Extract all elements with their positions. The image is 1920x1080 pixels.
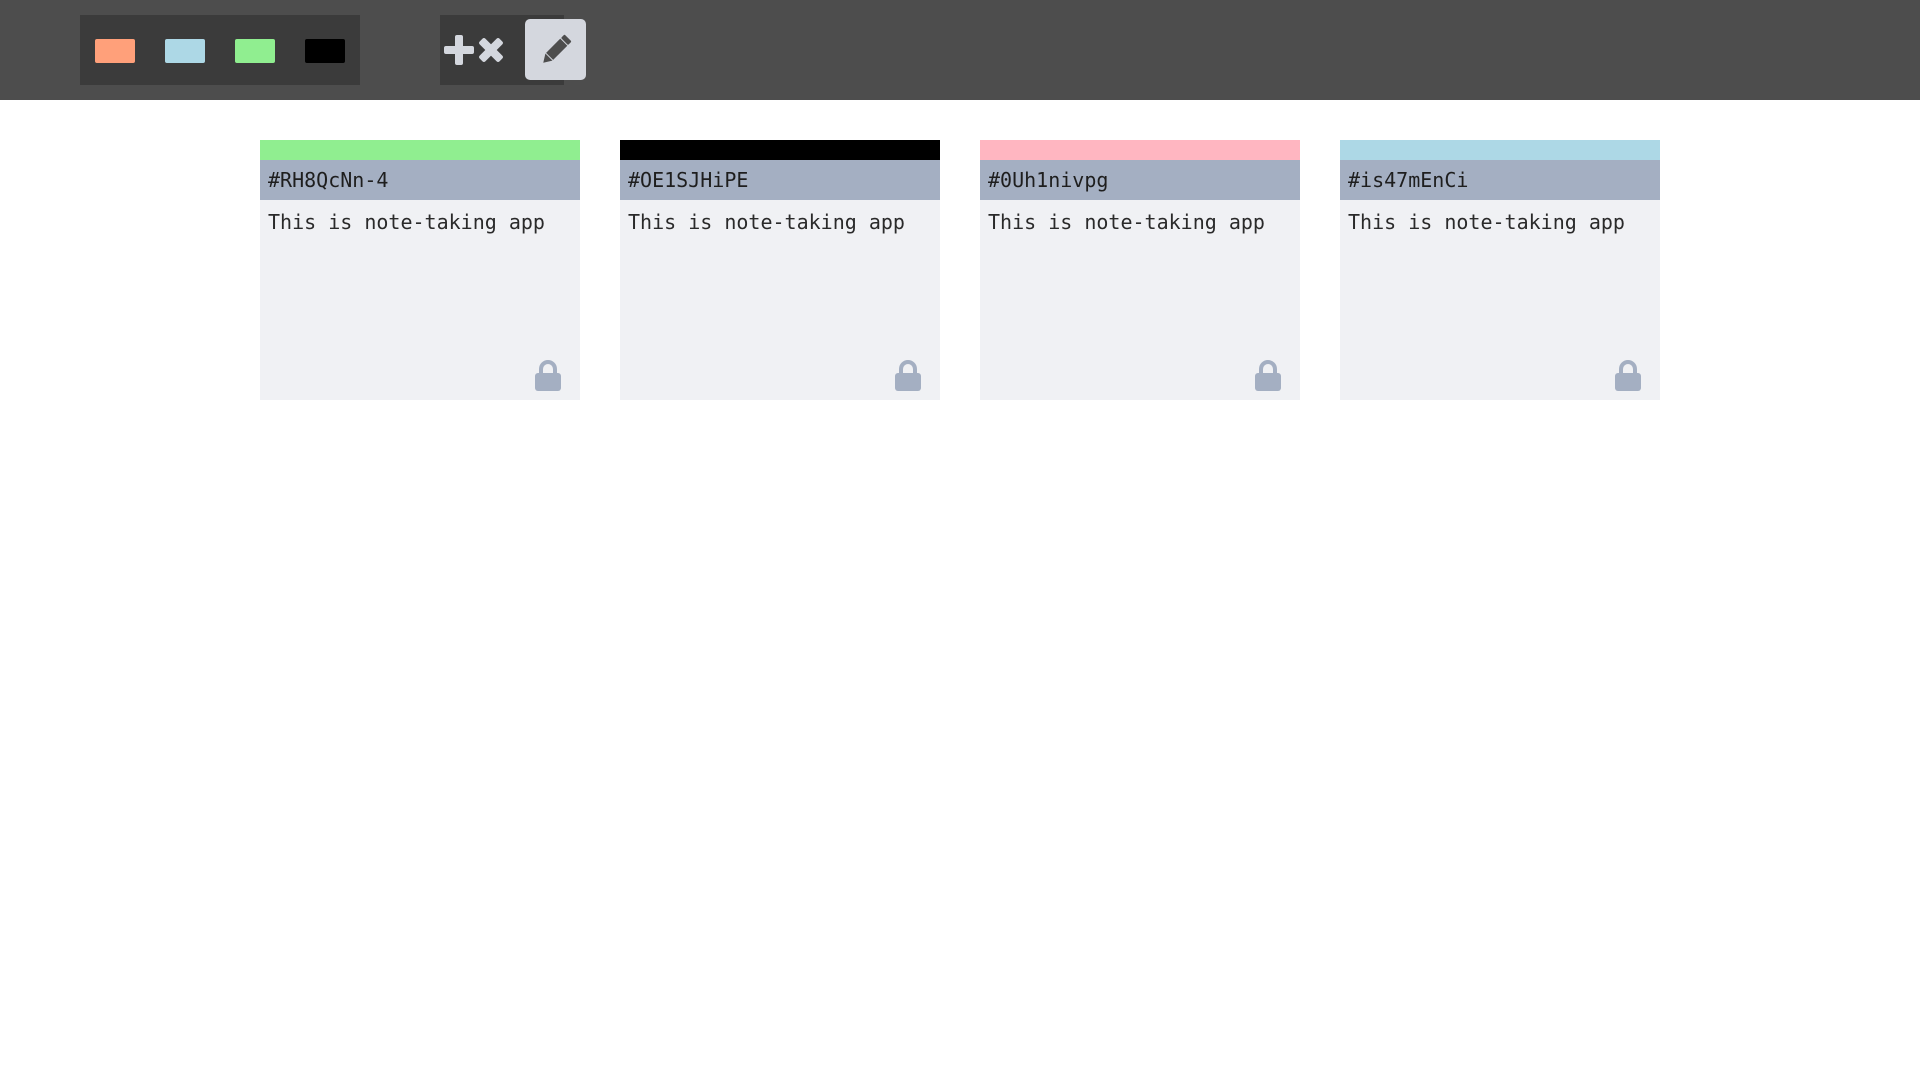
note-text[interactable]: This is note-taking app [260, 200, 580, 400]
note-card[interactable]: #0Uh1nivpg This is note-taking app [980, 140, 1300, 400]
note-color-bar [260, 140, 580, 160]
color-swatch-black[interactable] [305, 39, 345, 63]
note-card[interactable]: #OE1SJHiPE This is note-taking app [620, 140, 940, 400]
edit-button[interactable] [525, 19, 586, 80]
tool-group [440, 15, 586, 85]
note-text[interactable]: This is note-taking app [620, 200, 940, 400]
note-id: #RH8QcNn-4 [260, 160, 580, 200]
note-card[interactable]: #RH8QcNn-4 This is note-taking app [260, 140, 580, 400]
note-id: #0Uh1nivpg [980, 160, 1300, 200]
color-swatch-orange[interactable] [95, 39, 135, 63]
note-text[interactable]: This is note-taking app [1340, 200, 1660, 400]
top-toolbar [0, 0, 1920, 100]
note-text[interactable]: This is note-taking app [980, 200, 1300, 400]
pencil-icon [542, 34, 571, 63]
add-note-button[interactable] [440, 15, 510, 85]
lock-icon[interactable] [534, 360, 562, 392]
note-id: #is47mEnCi [1340, 160, 1660, 200]
plus-times-icon [444, 35, 503, 65]
note-color-bar [620, 140, 940, 160]
note-color-bar [1340, 140, 1660, 160]
note-card[interactable]: #is47mEnCi This is note-taking app [1340, 140, 1660, 400]
color-swatch-light-green[interactable] [235, 39, 275, 63]
color-palette [80, 15, 360, 85]
lock-icon[interactable] [1614, 360, 1642, 392]
color-swatch-light-blue[interactable] [165, 39, 205, 63]
lock-icon[interactable] [894, 360, 922, 392]
note-id: #OE1SJHiPE [620, 160, 940, 200]
lock-icon[interactable] [1254, 360, 1282, 392]
note-color-bar [980, 140, 1300, 160]
